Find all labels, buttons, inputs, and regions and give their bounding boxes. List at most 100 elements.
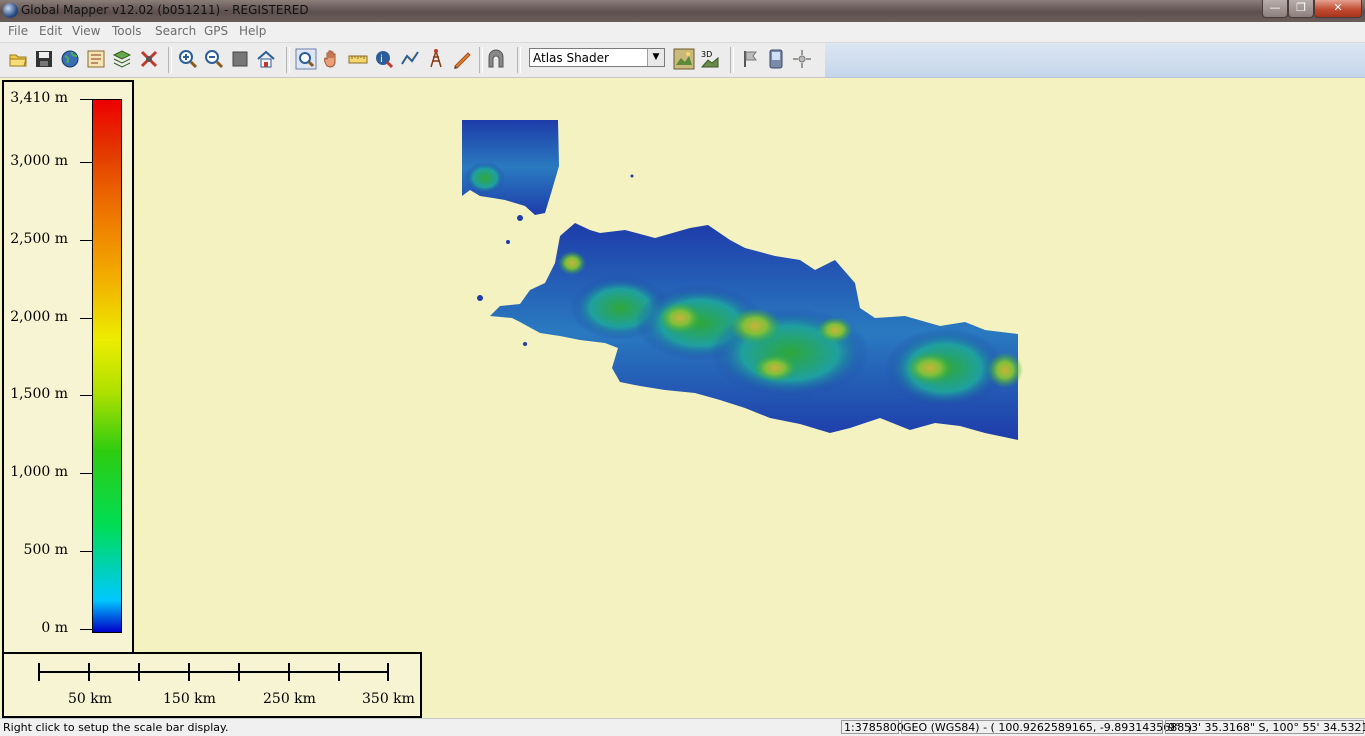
gps-device-icon[interactable] [765, 48, 787, 70]
svg-text:i: i [380, 54, 383, 65]
menu-bar: File Edit View Tools Search GPS Help [0, 22, 1365, 43]
title-bar: Global Mapper v12.02 (b051211) - REGISTE… [0, 0, 1365, 22]
toolbar-separator [168, 47, 172, 73]
scale-tick [138, 663, 140, 681]
main-toolbar: i 3D [0, 43, 825, 78]
close-button[interactable]: ✕ [1314, 0, 1362, 18]
toolbar-separator [479, 47, 483, 73]
overlay-control-icon[interactable] [85, 48, 107, 70]
legend-label: 3,000 m [10, 153, 68, 169]
scale-label: 50 km [68, 691, 113, 707]
small-island [523, 342, 527, 346]
dropdown-arrow-icon[interactable]: ▼ [647, 49, 664, 66]
toolbar-empty-area [825, 43, 1365, 78]
legend-tick [80, 99, 92, 100]
toolbar-separator [730, 47, 734, 73]
legend-tick [80, 162, 92, 163]
toolbar-separator [517, 47, 521, 73]
config-tools-icon[interactable] [138, 48, 160, 70]
shader-config-icon[interactable] [673, 48, 695, 70]
path-profile-icon[interactable] [451, 48, 473, 70]
zoom-tool-icon[interactable] [295, 48, 317, 70]
legend-label: 1,000 m [10, 464, 68, 480]
legend-label: 2,000 m [10, 309, 68, 325]
mountain-peak [558, 251, 586, 275]
status-dms: 9° 53' 35.3168" S, 100° 55' 34.5321" E [1168, 721, 1365, 734]
scale-tick [88, 663, 90, 681]
flag-icon[interactable] [739, 48, 761, 70]
shader-dropdown[interactable]: Atlas Shader ▼ [529, 48, 665, 67]
scale-tick [38, 663, 40, 681]
globe-app-icon [3, 3, 18, 18]
legend-tick [80, 473, 92, 474]
mountain-peak [987, 352, 1023, 388]
mountain-peak [658, 302, 702, 334]
toolbar-separator [286, 47, 290, 73]
layers-icon[interactable] [111, 48, 133, 70]
elevation-color-ramp [92, 99, 122, 633]
legend-tick [80, 395, 92, 396]
mountain-peak [817, 317, 853, 343]
svg-text:3D: 3D [701, 50, 712, 59]
legend-label: 500 m [23, 542, 68, 558]
save-icon[interactable] [33, 48, 55, 70]
scale-tick [387, 663, 389, 681]
menu-gps[interactable]: GPS [204, 24, 228, 38]
3d-view-icon[interactable]: 3D [699, 48, 721, 70]
scale-label: 250 km [263, 691, 316, 707]
elevation-legend[interactable]: 3,410 m 3,000 m 2,500 m 2,000 m 1,500 m … [2, 80, 134, 654]
legend-tick [80, 629, 92, 630]
small-island [477, 295, 483, 301]
gps-track-icon[interactable] [791, 48, 813, 70]
menu-tools[interactable]: Tools [112, 24, 142, 38]
legend-label: 0 m [41, 620, 68, 636]
scale-label: 350 km [362, 691, 415, 707]
globe-icon[interactable] [59, 48, 81, 70]
window-title: Global Mapper v12.02 (b051211) - REGISTE… [21, 3, 309, 17]
legend-label: 2,500 m [10, 231, 68, 247]
terrain-relief [465, 162, 505, 194]
status-bar: Right click to setup the scale bar displ… [0, 718, 1365, 736]
scale-bar-line [38, 671, 388, 673]
mountain-peak [906, 352, 954, 384]
menu-view[interactable]: View [72, 24, 100, 38]
legend-tick [80, 240, 92, 241]
zoom-out-icon[interactable] [203, 48, 225, 70]
small-island [506, 240, 510, 244]
menu-help[interactable]: Help [239, 24, 266, 38]
legend-tick [80, 318, 92, 319]
scale-tick [338, 663, 340, 681]
scale-label: 150 km [163, 691, 216, 707]
info-query-icon[interactable]: i [373, 48, 395, 70]
scale-tick [188, 663, 190, 681]
status-hint: Right click to setup the scale bar displ… [3, 721, 229, 734]
view-shed-icon[interactable] [485, 48, 507, 70]
minimize-button[interactable]: — [1262, 0, 1288, 18]
small-island [630, 174, 634, 178]
legend-label: 3,410 m [10, 90, 68, 106]
scale-tick [238, 663, 240, 681]
menu-file[interactable]: File [8, 24, 28, 38]
zoom-in-icon[interactable] [177, 48, 199, 70]
small-island [517, 215, 523, 221]
open-folder-icon[interactable] [7, 48, 29, 70]
full-view-icon[interactable] [229, 48, 251, 70]
status-scale: 1:3785800 [844, 721, 904, 734]
legend-label: 1,500 m [10, 386, 68, 402]
mountain-peak [729, 308, 781, 344]
status-coords: GEO (WGS84) - ( 100.9262589165, -9.89314… [903, 721, 1193, 734]
shader-selected-value: Atlas Shader [533, 51, 609, 65]
tower-icon[interactable] [425, 48, 447, 70]
maximize-button[interactable]: ❐ [1288, 0, 1314, 18]
mountain-peak [753, 354, 797, 382]
menu-search[interactable]: Search [155, 24, 196, 38]
legend-tick [80, 551, 92, 552]
home-icon[interactable] [255, 48, 277, 70]
scale-bar[interactable]: 50 km 150 km 250 km 350 km [2, 652, 422, 718]
pan-hand-icon[interactable] [321, 48, 343, 70]
menu-edit[interactable]: Edit [39, 24, 62, 38]
scale-tick [288, 663, 290, 681]
map-canvas[interactable] [0, 78, 1365, 718]
digitizer-icon[interactable] [399, 48, 421, 70]
measure-ruler-icon[interactable] [347, 48, 369, 70]
